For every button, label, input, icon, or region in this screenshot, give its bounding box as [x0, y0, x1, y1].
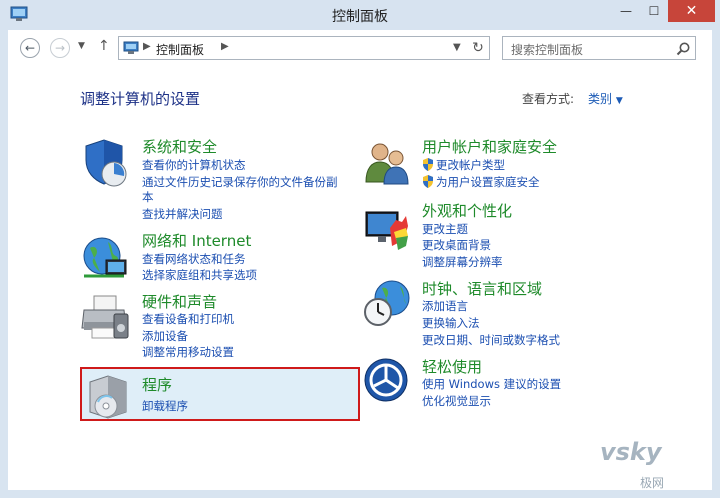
programs-disc-box-icon[interactable] [86, 372, 136, 422]
up-arrow-icon: ↑ [98, 38, 110, 54]
category-title-network-internet[interactable]: 网络和 Internet [142, 230, 251, 251]
breadcrumb-control-panel[interactable]: 控制面板 [156, 41, 204, 58]
category-title-clock-language-region[interactable]: 时钟、语言和区域 [422, 278, 542, 299]
watermark-subtext: 极网 [640, 476, 665, 490]
link-troubleshoot[interactable]: 查找并解决问题 [142, 206, 223, 222]
close-icon: ✕ [685, 3, 698, 19]
address-bar[interactable]: ▶ 控制面板 ▶ ▼ [118, 36, 490, 60]
category-title-user-accounts[interactable]: 用户帐户和家庭安全 [422, 136, 557, 157]
category-title-programs[interactable]: 程序 [142, 374, 172, 395]
system-security-shield-icon[interactable] [80, 138, 130, 188]
forward-arrow-icon: → [54, 41, 66, 55]
link-change-account-type[interactable]: 更改帐户类型 [422, 157, 505, 173]
link-add-language[interactable]: 添加语言 [422, 298, 468, 314]
link-file-history-backup-cont[interactable]: 本 [142, 189, 154, 205]
link-network-status[interactable]: 查看网络状态和任务 [142, 251, 246, 267]
page-title: 调整计算机的设置 [80, 90, 201, 108]
link-family-safety-label: 为用户设置家庭安全 [436, 175, 540, 189]
refresh-icon: ↻ [472, 40, 484, 56]
clock-globe-icon[interactable] [362, 278, 412, 328]
title-bar: 控制面板 — ☐ ✕ [0, 0, 720, 30]
link-change-theme[interactable]: 更改主题 [422, 221, 468, 237]
link-change-date-time-format[interactable]: 更改日期、时间或数字格式 [422, 332, 560, 348]
link-file-history-backup[interactable]: 通过文件历史记录保存你的文件备份副 [142, 174, 338, 190]
link-screen-resolution[interactable]: 调整屏幕分辨率 [422, 254, 503, 270]
link-mobility-settings[interactable]: 调整常用移动设置 [142, 344, 234, 360]
uac-shield-icon [423, 158, 433, 171]
link-optimize-display[interactable]: 优化视觉显示 [422, 393, 491, 409]
link-homegroup-sharing[interactable]: 选择家庭组和共享选项 [142, 267, 257, 283]
navigation-toolbar: ← → ▼ ↑ ▶ 控制面板 ▶ ▼ ↻ 搜索控制面板 [8, 30, 712, 66]
close-button[interactable]: ✕ [668, 0, 715, 22]
link-change-input-method[interactable]: 更换输入法 [422, 315, 480, 331]
link-family-safety[interactable]: 为用户设置家庭安全 [422, 174, 540, 190]
search-input[interactable]: 搜索控制面板 [511, 41, 583, 58]
link-uninstall-program[interactable]: 卸载程序 [142, 398, 188, 414]
search-box[interactable]: 搜索控制面板 [502, 36, 696, 60]
category-title-system-security[interactable]: 系统和安全 [142, 136, 217, 157]
uac-shield-icon [423, 175, 433, 188]
link-change-account-type-label: 更改帐户类型 [436, 158, 505, 172]
link-add-device[interactable]: 添加设备 [142, 328, 188, 344]
refresh-button[interactable]: ↻ [466, 37, 490, 59]
search-icon[interactable] [675, 41, 691, 57]
maximize-icon: ☐ [648, 4, 660, 18]
link-devices-printers[interactable]: 查看设备和打印机 [142, 311, 234, 327]
printer-icon[interactable] [80, 292, 130, 342]
recent-locations-dropdown[interactable]: ▼ [78, 41, 85, 51]
minimize-button[interactable]: — [612, 0, 640, 22]
forward-button[interactable]: → [50, 38, 70, 58]
view-by-label: 查看方式: [522, 92, 575, 106]
user-accounts-icon[interactable] [362, 138, 412, 188]
category-title-appearance[interactable]: 外观和个性化 [422, 200, 512, 221]
chevron-right-icon[interactable]: ▶ [143, 41, 151, 52]
link-change-desktop-background[interactable]: 更改桌面背景 [422, 237, 491, 253]
ease-of-access-icon[interactable] [362, 356, 412, 406]
maximize-button[interactable]: ☐ [640, 0, 668, 22]
main-content: 调整计算机的设置 查看方式: 类别 ▼ 系统和安全 查看你的计算机状态 通过文件… [8, 66, 712, 490]
control-panel-window: 控制面板 — ☐ ✕ ← → ▼ ↑ ▶ 控制面板 ▶ ▼ ↻ 搜索控制面板 调… [0, 0, 720, 498]
view-by-dropdown[interactable]: 类别 ▼ [588, 90, 623, 107]
network-globe-icon[interactable] [80, 232, 130, 282]
control-panel-icon [123, 41, 139, 54]
back-arrow-icon: ← [24, 41, 36, 55]
category-title-ease-of-access[interactable]: 轻松使用 [422, 356, 482, 377]
chevron-right-icon[interactable]: ▶ [221, 41, 229, 52]
view-by-value: 类别 [588, 92, 613, 106]
back-button[interactable]: ← [20, 38, 40, 58]
chevron-down-icon[interactable]: ▼ [453, 42, 461, 53]
up-button[interactable]: ↑ [98, 38, 110, 54]
minimize-icon: — [620, 4, 632, 18]
link-view-computer-status[interactable]: 查看你的计算机状态 [142, 157, 246, 173]
appearance-monitor-icon[interactable] [362, 206, 412, 256]
category-title-hardware-sound[interactable]: 硬件和声音 [142, 291, 217, 312]
watermark-logo: vsky [600, 438, 662, 466]
link-recommended-settings[interactable]: 使用 Windows 建议的设置 [422, 376, 561, 392]
chevron-down-icon: ▼ [615, 96, 623, 106]
